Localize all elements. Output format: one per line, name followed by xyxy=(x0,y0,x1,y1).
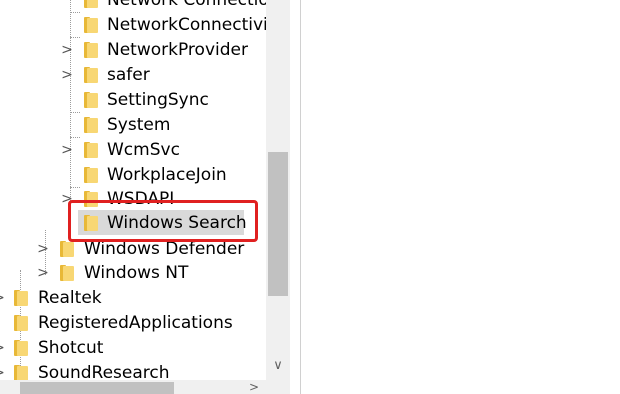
scrollbar-corner xyxy=(266,380,290,394)
horizontal-scroll-thumb[interactable] xyxy=(20,382,174,394)
tree-item-label: SettingSync xyxy=(107,90,209,110)
tree-item-label: System xyxy=(107,115,171,135)
folder-icon xyxy=(84,67,98,83)
folder-icon xyxy=(84,142,98,158)
annotation-highlight-box xyxy=(68,200,258,242)
folder-icon xyxy=(84,167,98,183)
vertical-scrollbar[interactable]: ∨ xyxy=(266,0,290,380)
tree-item-label: RegisteredApplications xyxy=(38,313,233,333)
folder-icon xyxy=(60,241,74,257)
folder-icon xyxy=(14,340,28,356)
tree-item-network-provider[interactable]: > NetworkProvider xyxy=(0,38,266,63)
folder-icon xyxy=(14,290,28,306)
folder-icon xyxy=(14,365,28,380)
tree-item-label: Realtek xyxy=(38,288,102,308)
folder-icon xyxy=(84,117,98,133)
scroll-right-arrow-icon[interactable]: > xyxy=(244,380,264,394)
folder-icon xyxy=(84,17,98,33)
tree-item-label: NetworkConnectivi xyxy=(107,15,266,35)
tree-item-setting-sync[interactable]: SettingSync xyxy=(0,88,266,113)
tree-item-label: WorkplaceJoin xyxy=(107,165,227,185)
chevron-right-icon[interactable]: > xyxy=(0,364,6,380)
tree-item-wcmsvc[interactable]: > WcmSvc xyxy=(0,138,266,163)
folder-icon xyxy=(84,92,98,108)
tree-item-label: NetworkProvider xyxy=(107,40,248,60)
tree-item-registered-applications[interactable]: RegisteredApplications xyxy=(0,311,266,336)
chevron-right-icon[interactable]: > xyxy=(0,339,6,357)
chevron-right-icon[interactable]: > xyxy=(60,141,74,159)
tree-item-realtek[interactable]: > Realtek xyxy=(0,286,266,311)
registry-tree-pane: Network Connectio NetworkConnectivi > Ne… xyxy=(0,0,300,394)
chevron-right-icon[interactable]: > xyxy=(0,289,6,307)
tree-item-system[interactable]: System xyxy=(0,113,266,138)
tree-item-network-connectivity[interactable]: NetworkConnectivi xyxy=(0,13,266,38)
tree-item-workplace-join[interactable]: WorkplaceJoin xyxy=(0,163,266,188)
tree-item-label: Network Connectio xyxy=(107,0,266,10)
folder-icon xyxy=(60,265,74,281)
folder-icon xyxy=(84,42,98,58)
horizontal-scrollbar[interactable]: > xyxy=(0,380,266,394)
tree-item-network-connection[interactable]: Network Connectio xyxy=(0,0,266,13)
registry-values-pane[interactable] xyxy=(301,0,620,394)
tree-item-label: Shotcut xyxy=(38,338,104,358)
tree-item-label: safer xyxy=(107,65,150,85)
registry-key-tree[interactable]: Network Connectio NetworkConnectivi > Ne… xyxy=(0,0,266,380)
chevron-right-icon[interactable]: > xyxy=(60,66,74,84)
tree-item-label: SoundResearch xyxy=(38,363,170,380)
folder-icon xyxy=(14,315,28,331)
tree-item-sound-research[interactable]: > SoundResearch xyxy=(0,361,266,380)
vertical-scroll-thumb[interactable] xyxy=(268,152,288,296)
chevron-right-icon[interactable]: > xyxy=(60,41,74,59)
tree-item-label: Windows NT xyxy=(84,263,189,283)
chevron-right-icon[interactable]: > xyxy=(36,240,50,258)
tree-item-windows-nt[interactable]: > Windows NT xyxy=(0,261,266,286)
chevron-right-icon[interactable]: > xyxy=(36,264,50,282)
tree-item-safer[interactable]: > safer xyxy=(0,63,266,88)
tree-item-label: WcmSvc xyxy=(107,140,180,160)
tree-item-shotcut[interactable]: > Shotcut xyxy=(0,336,266,361)
folder-icon xyxy=(84,0,98,8)
scroll-down-arrow-icon[interactable]: ∨ xyxy=(266,356,290,376)
